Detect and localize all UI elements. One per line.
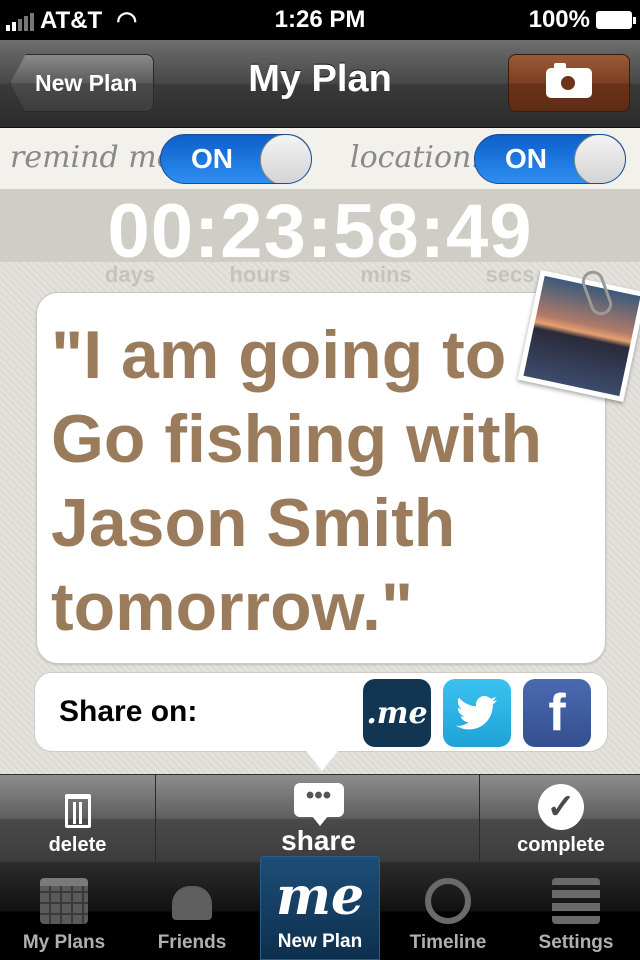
tab-label: Friends (157, 932, 227, 953)
tab-timeline[interactable]: Timeline (384, 862, 512, 960)
tab-label: My Plans (22, 932, 106, 953)
share-bar: Share on: .me f (34, 672, 608, 752)
list-icon (552, 878, 600, 924)
navigation-bar: New Plan My Plan (0, 40, 640, 128)
complete-button[interactable]: ✓ complete (482, 775, 640, 863)
tab-my-plans[interactable]: My Plans (0, 862, 128, 960)
location-toggle-state: ON (505, 143, 547, 174)
action-toolbar: delete ••• share ✓ complete (0, 774, 640, 863)
location-label: location: (350, 140, 482, 175)
location-toggle[interactable]: ON (474, 134, 626, 184)
tab-new-plan[interactable]: me New Plan (260, 856, 380, 960)
sunset-photo (523, 275, 640, 397)
remind-label: remind me: (10, 140, 185, 175)
tab-label: Timeline (409, 932, 487, 953)
remind-toggle-state: ON (191, 143, 233, 174)
unit-days: days (104, 262, 156, 287)
plan-photo[interactable] (517, 269, 640, 403)
share-label: Share on: (59, 695, 198, 728)
twitter-icon (456, 696, 497, 730)
share-action-label: share (281, 825, 356, 856)
unit-hours: hours (229, 262, 291, 287)
battery-indicator: 100% (528, 6, 636, 34)
battery-percent: 100% (528, 6, 590, 33)
unit-mins: mins (360, 262, 412, 287)
calendar-icon (40, 878, 88, 924)
complete-label: complete (517, 834, 605, 856)
facebook-share-button[interactable]: f (523, 679, 591, 747)
tab-bar: My Plans Friends me New Plan Timeline Se… (0, 856, 640, 960)
toggle-knob (260, 135, 311, 183)
me-share-button[interactable]: .me (363, 679, 431, 747)
share-pointer (306, 751, 338, 771)
delete-label: delete (48, 834, 107, 856)
twitter-share-button[interactable] (443, 679, 511, 747)
camera-icon (546, 63, 592, 98)
remind-toggle[interactable]: ON (160, 134, 312, 184)
tab-friends[interactable]: Friends (128, 862, 256, 960)
checkmark-icon: ✓ (538, 784, 584, 830)
plan-card: "I am going to Go fishing with Jason Smi… (36, 292, 606, 664)
share-button[interactable]: ••• share (158, 775, 480, 863)
delete-button[interactable]: delete (0, 775, 156, 863)
countdown-timer: 00:23:58:49 (0, 189, 640, 274)
tab-label: Settings (538, 932, 614, 953)
battery-icon (596, 11, 636, 29)
toggle-knob (574, 135, 625, 183)
tab-label: New Plan (277, 931, 363, 952)
plan-quote: "I am going to Go fishing with Jason Smi… (51, 317, 543, 645)
status-bar: AT&T ◠ 1:26 PM 100% (0, 0, 640, 40)
plan-content: days hours mins secs "I am going to Go f… (0, 262, 640, 774)
chat-bubble-icon: ••• (293, 783, 344, 826)
trash-icon (64, 794, 91, 828)
me-logo-icon: me (275, 866, 365, 927)
clock-icon (425, 878, 471, 924)
camera-button[interactable] (508, 54, 630, 112)
settings-row: remind me: ON location: ON (0, 128, 640, 190)
tab-settings[interactable]: Settings (512, 862, 640, 960)
friends-icon (168, 878, 216, 924)
